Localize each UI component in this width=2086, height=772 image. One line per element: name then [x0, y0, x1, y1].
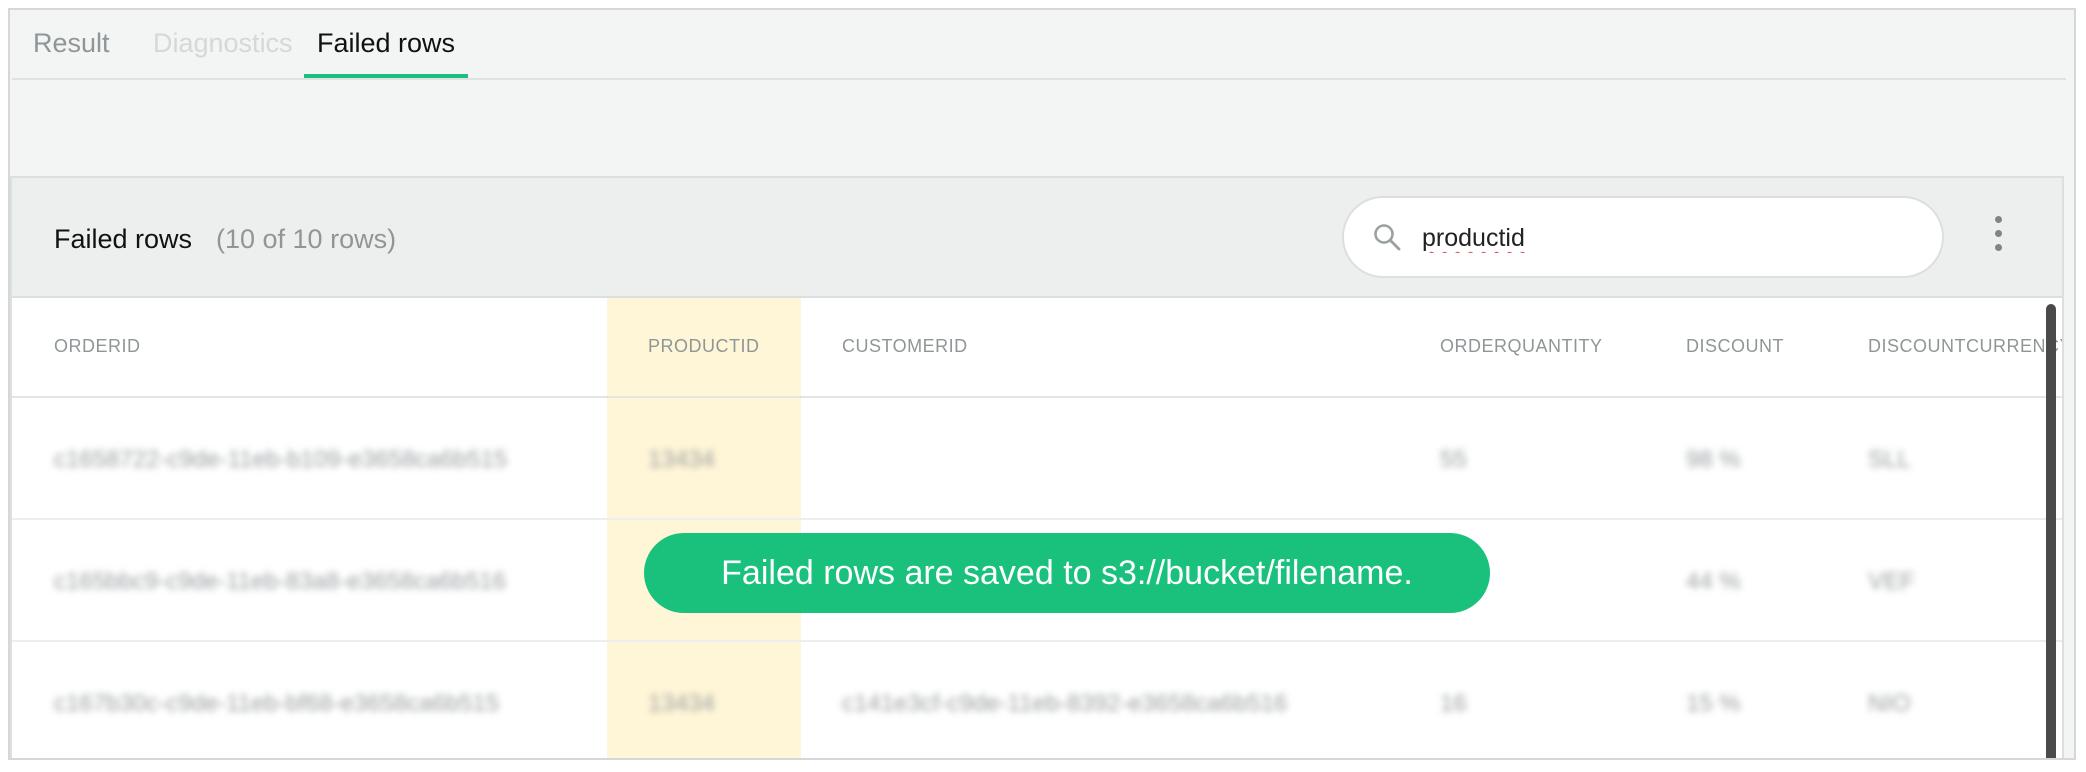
- tab-failed-rows[interactable]: Failed rows: [304, 28, 469, 78]
- more-options-icon[interactable]: [1988, 216, 2008, 260]
- cell-discount: 15 %: [1686, 690, 1741, 717]
- cell-discount: 98 %: [1686, 446, 1741, 473]
- cell-productid: 13434: [648, 690, 715, 717]
- column-header-orderid[interactable]: ORDERID: [54, 336, 141, 357]
- row-count: (10 of 10 rows): [216, 224, 397, 254]
- app-frame: Result Diagnostics Failed rows Failed ro…: [8, 8, 2076, 760]
- failed-rows-toast: Failed rows are saved to s3://bucket/fil…: [644, 533, 1490, 613]
- column-header-productid[interactable]: PRODUCTID: [648, 336, 760, 357]
- column-header-orderquantity[interactable]: ORDERQUANTITY: [1440, 336, 1603, 357]
- cell-discount: 44 %: [1686, 568, 1741, 595]
- cell-orderid: c167b30c-c9de-11eb-bf68-e3658ca6b515: [54, 690, 500, 717]
- cell-discountcurrency: NIO: [1868, 690, 1911, 717]
- table-header: ORDERID PRODUCTID CUSTOMERID ORDERQUANTI…: [12, 298, 2062, 398]
- cell-discountcurrency: SLL: [1868, 446, 1911, 473]
- search-input[interactable]: [1420, 220, 1904, 256]
- cell-orderquantity: 16: [1440, 690, 1467, 717]
- tab-bar: Result Diagnostics Failed rows: [12, 10, 2066, 80]
- search-box[interactable]: [1342, 196, 1944, 278]
- search-icon: [1374, 224, 1401, 251]
- cell-productid: 13434: [648, 446, 715, 473]
- failed-rows-table: ORDERID PRODUCTID CUSTOMERID ORDERQUANTI…: [12, 298, 2062, 758]
- table-row[interactable]: c1658722-c9de-11eb-b109-e3658ca6b515 134…: [12, 398, 2062, 520]
- column-header-discountcurrency[interactable]: DISCOUNTCURRENCY: [1868, 336, 2062, 357]
- failed-rows-panel: Failed rows (10 of 10 rows) ORDERID PROD…: [10, 176, 2064, 758]
- column-header-customerid[interactable]: CUSTOMERID: [842, 336, 968, 357]
- panel-title: Failed rows: [54, 224, 193, 254]
- cell-orderquantity: 55: [1440, 446, 1467, 473]
- tab-diagnostics: Diagnostics: [153, 28, 293, 58]
- table-row[interactable]: c167b30c-c9de-11eb-bf68-e3658ca6b515 134…: [12, 642, 2062, 758]
- cell-discountcurrency: VEF: [1868, 568, 1915, 595]
- tab-result[interactable]: Result: [20, 28, 123, 78]
- cell-orderid: c1658722-c9de-11eb-b109-e3658ca6b515: [54, 446, 508, 473]
- column-header-discount[interactable]: DISCOUNT: [1686, 336, 1784, 357]
- cell-orderid: c165bbc9-c9de-11eb-83a8-e3658ca6b516: [54, 568, 506, 595]
- panel-header: Failed rows (10 of 10 rows): [12, 178, 2062, 298]
- cell-customerid: c141e3cf-c9de-11eb-8392-e3658ca6b516: [842, 690, 1288, 717]
- vertical-scrollbar[interactable]: [2046, 304, 2056, 758]
